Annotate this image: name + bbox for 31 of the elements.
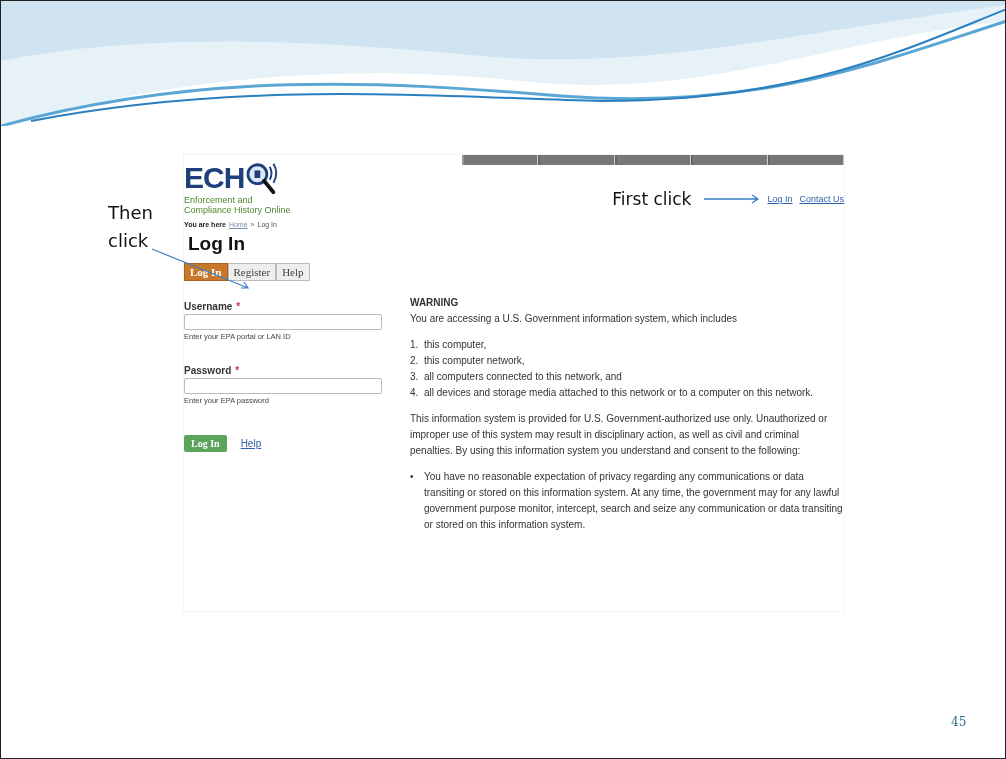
list-number: 1. — [410, 338, 420, 352]
list-item: You have no reasonable expectation of privacy regarding any communications or data transiting or stored on this information system. At any time, the government may for any lawful government purpose monitor, intercept, search and seize any communication or data transiting or stored on this information system. — [424, 470, 844, 532]
warning-paragraph: This information system is provided for U.S. Government-authorized use only. Unauthorized or improper use of this system may result in disciplinary action, as well as civil and criminal penalties. By using this information system you understand and consent to the following: — [410, 412, 829, 458]
annotation-text: First click — [612, 189, 692, 209]
list-item: this computer, — [424, 338, 487, 352]
annotation-text: Then click — [108, 201, 154, 253]
logo-letters: ECH — [184, 164, 245, 192]
top-link[interactable]: Contact Us — [799, 194, 844, 204]
input-field[interactable] — [184, 314, 382, 330]
list-item: all devices and storage media attached to this network or to a computer on this network. — [424, 386, 814, 400]
help-link[interactable]: Help — [240, 438, 262, 449]
page-heading: Log In — [188, 233, 246, 255]
field-label: Username — [184, 301, 233, 312]
list-number: 4. — [410, 386, 420, 400]
list-item: this computer network, — [424, 354, 525, 368]
warning-title: WARNING — [410, 296, 460, 310]
list-number: 3. — [410, 370, 420, 384]
bullet-mark: • — [410, 470, 415, 484]
warning-text: You are accessing a U.S. Government information system, which includes — [410, 312, 738, 326]
required-mark: * — [235, 365, 240, 376]
logo-tagline: Enforcement and Compliance History Online — [184, 195, 292, 215]
list-item: all computers connected to this network, and — [424, 370, 622, 384]
field-label: Password — [184, 365, 232, 376]
top-link[interactable]: Log In — [767, 194, 793, 204]
tab[interactable]: Register — [227, 263, 277, 281]
arrow-icon — [704, 194, 761, 204]
required-mark: * — [236, 301, 241, 312]
list-number: 2. — [410, 354, 420, 368]
slide-number: 45 — [951, 715, 967, 729]
input-field[interactable] — [184, 378, 382, 394]
tab[interactable]: Help — [276, 263, 310, 281]
